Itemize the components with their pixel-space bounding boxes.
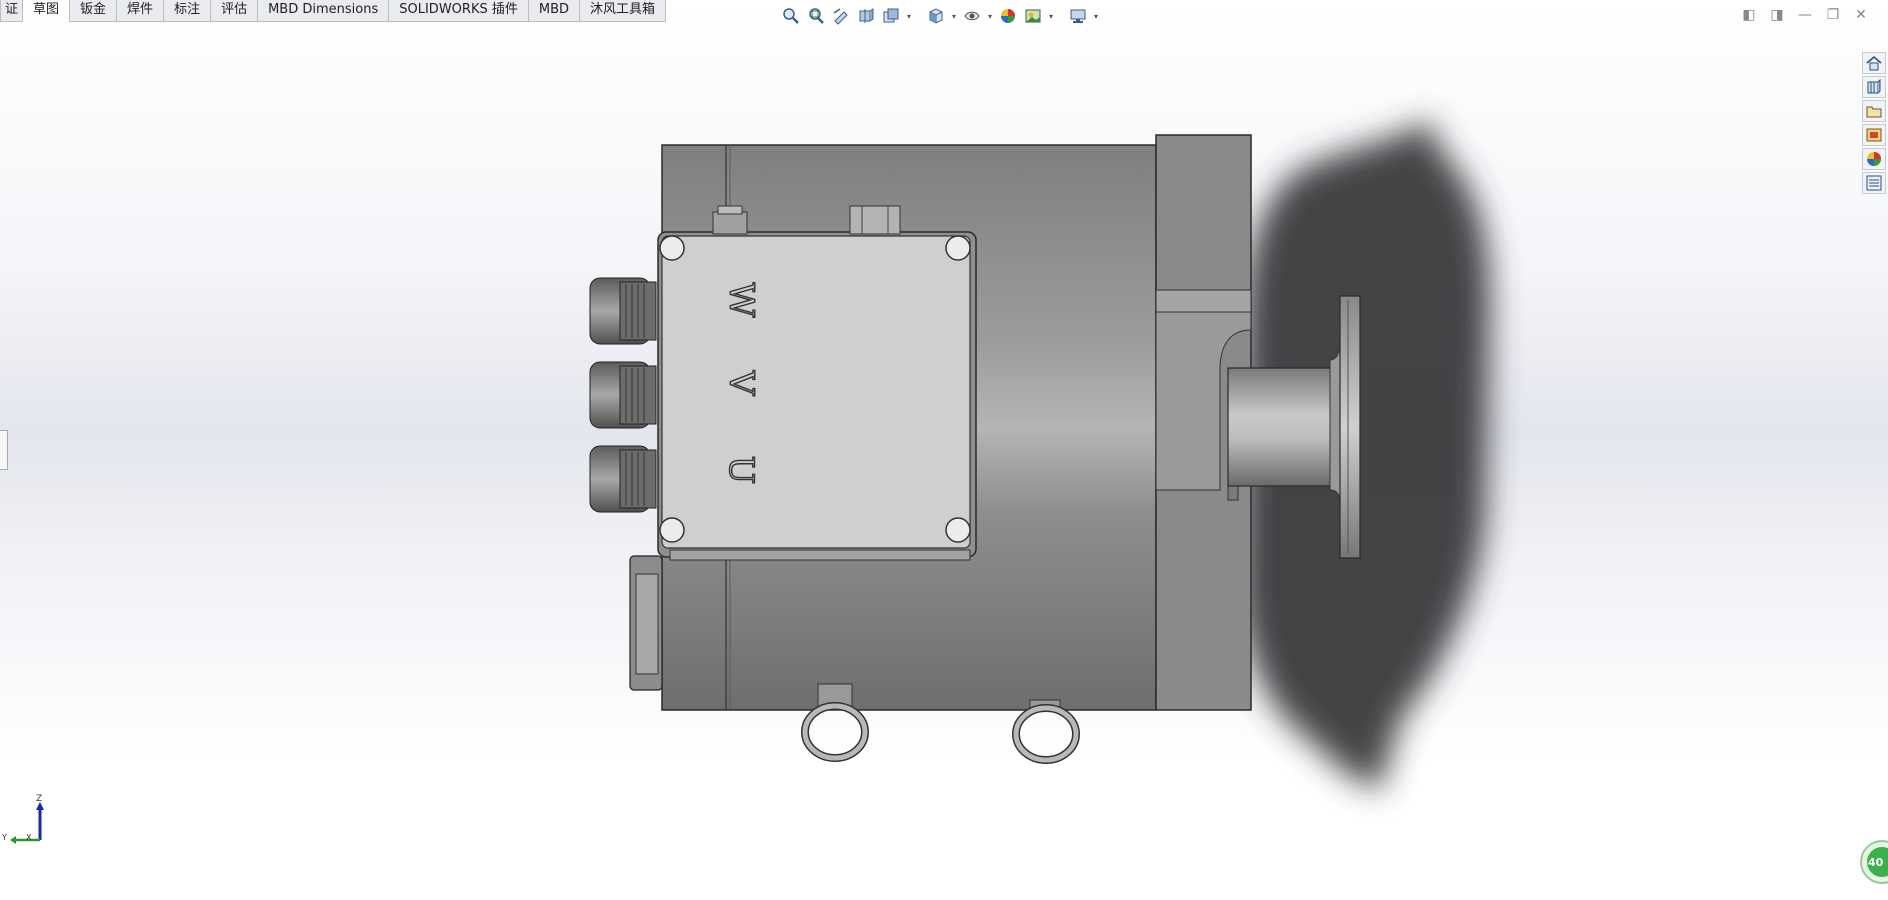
minimize-button[interactable]: — [1796, 6, 1814, 24]
terminal-box [657, 231, 977, 561]
feature-manager-collapse-handle[interactable] [0, 430, 8, 470]
junction-side-block [629, 555, 663, 691]
view-orientation-icon[interactable] [925, 5, 947, 27]
command-manager-tabs: 证 草图 钣金 焊件 标注 评估 MBD Dimensions SOLIDWOR… [0, 0, 667, 22]
tab-markup[interactable]: 标注 [163, 0, 212, 22]
file-explorer-icon[interactable] [1862, 100, 1886, 122]
apply-scene-icon[interactable] [1022, 5, 1044, 27]
home-icon[interactable] [1862, 52, 1886, 74]
view-settings-icon[interactable] [1067, 5, 1089, 27]
tile-right-icon[interactable]: ◨ [1768, 6, 1786, 24]
triad-y-label: Y [1, 833, 7, 842]
dynamic-annotation-icon[interactable] [880, 5, 902, 27]
performance-badge[interactable]: 40 [1856, 838, 1888, 886]
triad-x-label: X [26, 833, 32, 842]
task-pane [1862, 52, 1888, 194]
chevron-down-icon[interactable]: ▾ [950, 5, 958, 27]
edit-appearance-icon[interactable] [997, 5, 1019, 27]
zoom-to-area-icon[interactable] [805, 5, 827, 27]
triad-z-label: Z [36, 794, 42, 804]
tab-sketch[interactable]: 草图 [22, 0, 71, 22]
restore-button[interactable]: ❐ [1824, 6, 1842, 24]
chevron-down-icon[interactable]: ▾ [1092, 5, 1100, 27]
tab-evaluate[interactable]: 评估 [210, 0, 259, 22]
reference-triad: Z Y X [1, 794, 44, 844]
window-controls: ◧ ◨ — ❐ ✕ [1740, 6, 1870, 24]
previous-view-icon[interactable] [830, 5, 852, 27]
section-view-icon[interactable] [855, 5, 877, 27]
chevron-down-icon[interactable]: ▾ [905, 5, 913, 27]
tab-mufeng-toolbox[interactable]: 沐风工具箱 [579, 0, 667, 22]
tab-mbd[interactable]: MBD [527, 0, 581, 22]
graphics-area[interactable]: W V U [0, 0, 1888, 900]
custom-properties-icon[interactable] [1862, 172, 1886, 194]
cable-glands [589, 277, 657, 513]
terminal-label-w: W [721, 283, 761, 318]
tab-mbd-dimensions[interactable]: MBD Dimensions [257, 0, 390, 22]
display-style-icon[interactable] [961, 5, 983, 27]
terminal-label-u: U [721, 456, 761, 485]
view-palette-icon[interactable] [1862, 124, 1886, 146]
appearances-icon[interactable] [1862, 148, 1886, 170]
tab-sheet-metal[interactable]: 钣金 [69, 0, 118, 22]
zoom-to-fit-icon[interactable] [780, 5, 802, 27]
close-button[interactable]: ✕ [1852, 6, 1870, 24]
terminal-label-v: V [721, 370, 761, 397]
chevron-down-icon[interactable]: ▾ [1047, 5, 1055, 27]
tab-weldments[interactable]: 焊件 [116, 0, 165, 22]
heads-up-view-toolbar: ▾ ▾ ▾ ▾ ▾ [780, 4, 1100, 28]
badge-label: 40 [1868, 856, 1884, 869]
design-library-icon[interactable] [1862, 76, 1886, 98]
tab-feature-partial[interactable]: 证 [0, 0, 24, 22]
tile-left-icon[interactable]: ◧ [1740, 6, 1758, 24]
tab-solidworks-addins[interactable]: SOLIDWORKS 插件 [388, 0, 529, 22]
chevron-down-icon[interactable]: ▾ [986, 5, 994, 27]
